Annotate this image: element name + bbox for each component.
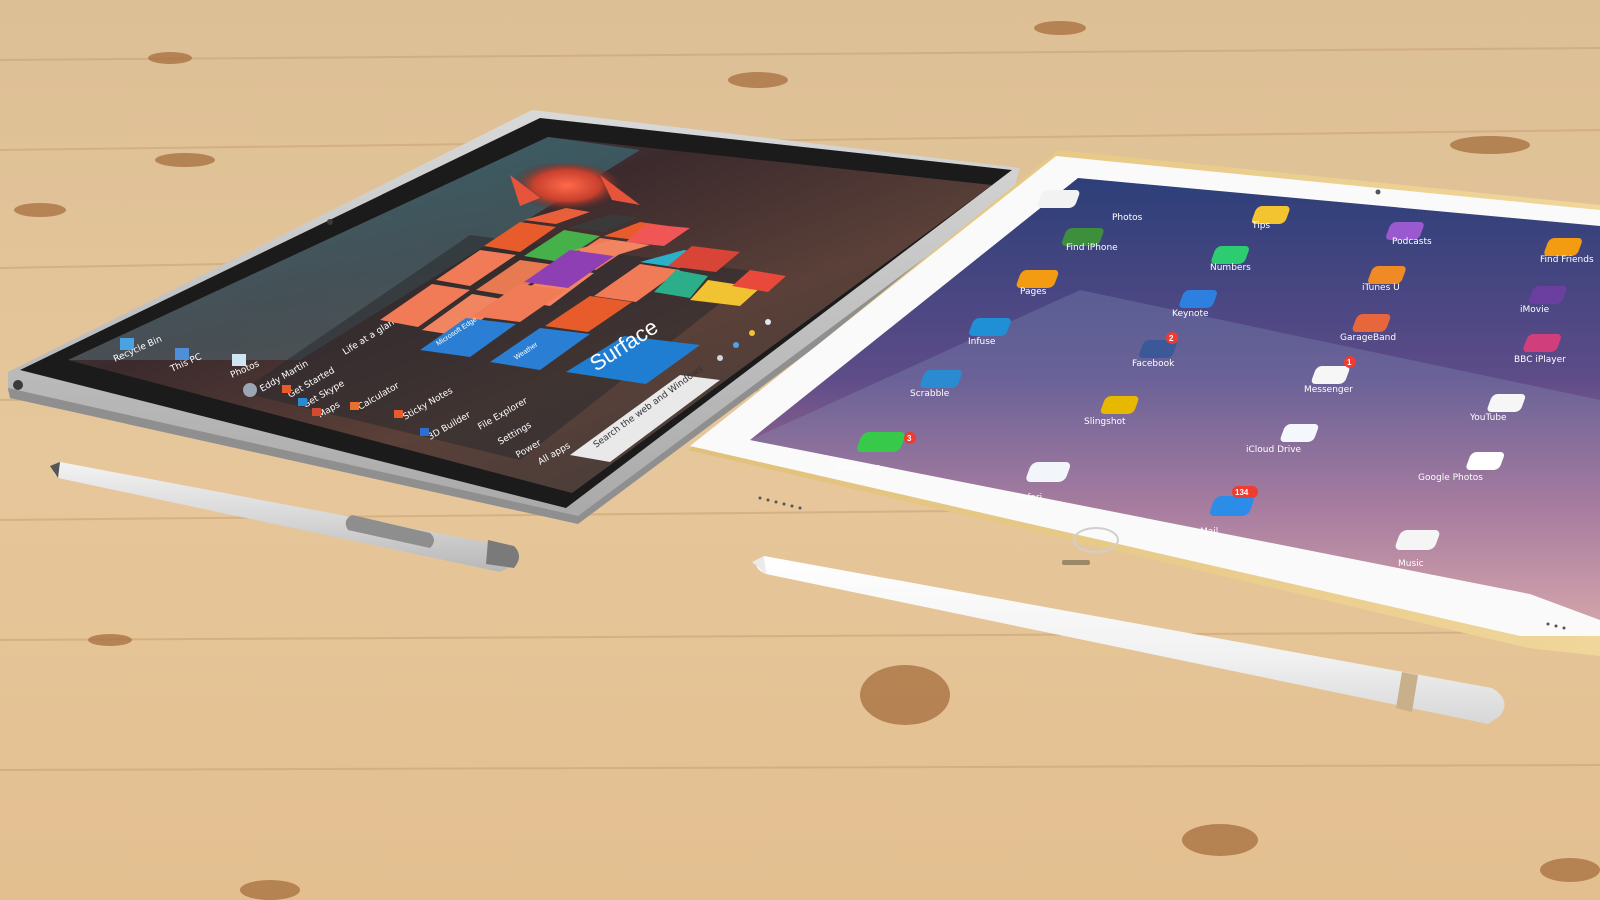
svg-text:Find Friends: Find Friends <box>1540 255 1594 265</box>
edge-taskbar-icon[interactable] <box>733 342 739 348</box>
svg-text:iTunes U: iTunes U <box>1362 283 1400 293</box>
store-taskbar-icon[interactable] <box>765 319 771 325</box>
svg-text:3: 3 <box>907 434 912 443</box>
svg-text:Pages: Pages <box>1020 287 1047 297</box>
svg-text:Scrabble: Scrabble <box>910 389 950 399</box>
photo-scene: Recycle Bin This PC Photos Eddy Martin G… <box>0 0 1600 900</box>
svg-text:BBC iPlayer: BBC iPlayer <box>1514 355 1566 365</box>
app-numbers[interactable]: Numbers <box>1210 246 1251 273</box>
svg-text:Facebook: Facebook <box>1132 359 1175 369</box>
svg-text:Slingshot: Slingshot <box>1084 417 1126 427</box>
svg-text:iCloud Drive: iCloud Drive <box>1246 445 1302 455</box>
svg-text:GarageBand: GarageBand <box>1340 333 1396 343</box>
svg-text:Photos: Photos <box>1112 213 1143 223</box>
task-view-icon[interactable] <box>717 355 723 361</box>
svg-text:Messenger: Messenger <box>1304 385 1353 395</box>
folder-taskbar-icon[interactable] <box>749 330 755 336</box>
lightning-port <box>1062 560 1090 565</box>
svg-text:Podcasts: Podcasts <box>1392 237 1432 247</box>
svg-text:Numbers: Numbers <box>1210 263 1251 273</box>
svg-text:134: 134 <box>1235 488 1249 497</box>
svg-text:Messages: Messages <box>836 463 880 473</box>
svg-text:iMovie: iMovie <box>1520 305 1550 315</box>
svg-text:Mail: Mail <box>1200 527 1218 537</box>
headphone-jack <box>13 380 23 390</box>
svg-text:Music: Music <box>1398 559 1424 569</box>
user-avatar[interactable] <box>243 383 257 397</box>
svg-text:Infuse: Infuse <box>968 337 996 347</box>
ipad-camera <box>1375 189 1381 195</box>
front-camera <box>327 219 333 225</box>
svg-text:Keynote: Keynote <box>1172 309 1209 319</box>
svg-text:Safari: Safari <box>1016 493 1042 503</box>
svg-text:Tips: Tips <box>1251 221 1270 231</box>
svg-text:Google Photos: Google Photos <box>1418 473 1483 483</box>
svg-text:Find iPhone: Find iPhone <box>1066 243 1118 253</box>
svg-text:1: 1 <box>1347 358 1352 367</box>
svg-text:YouTube: YouTube <box>1469 413 1507 423</box>
svg-text:2: 2 <box>1169 334 1174 343</box>
